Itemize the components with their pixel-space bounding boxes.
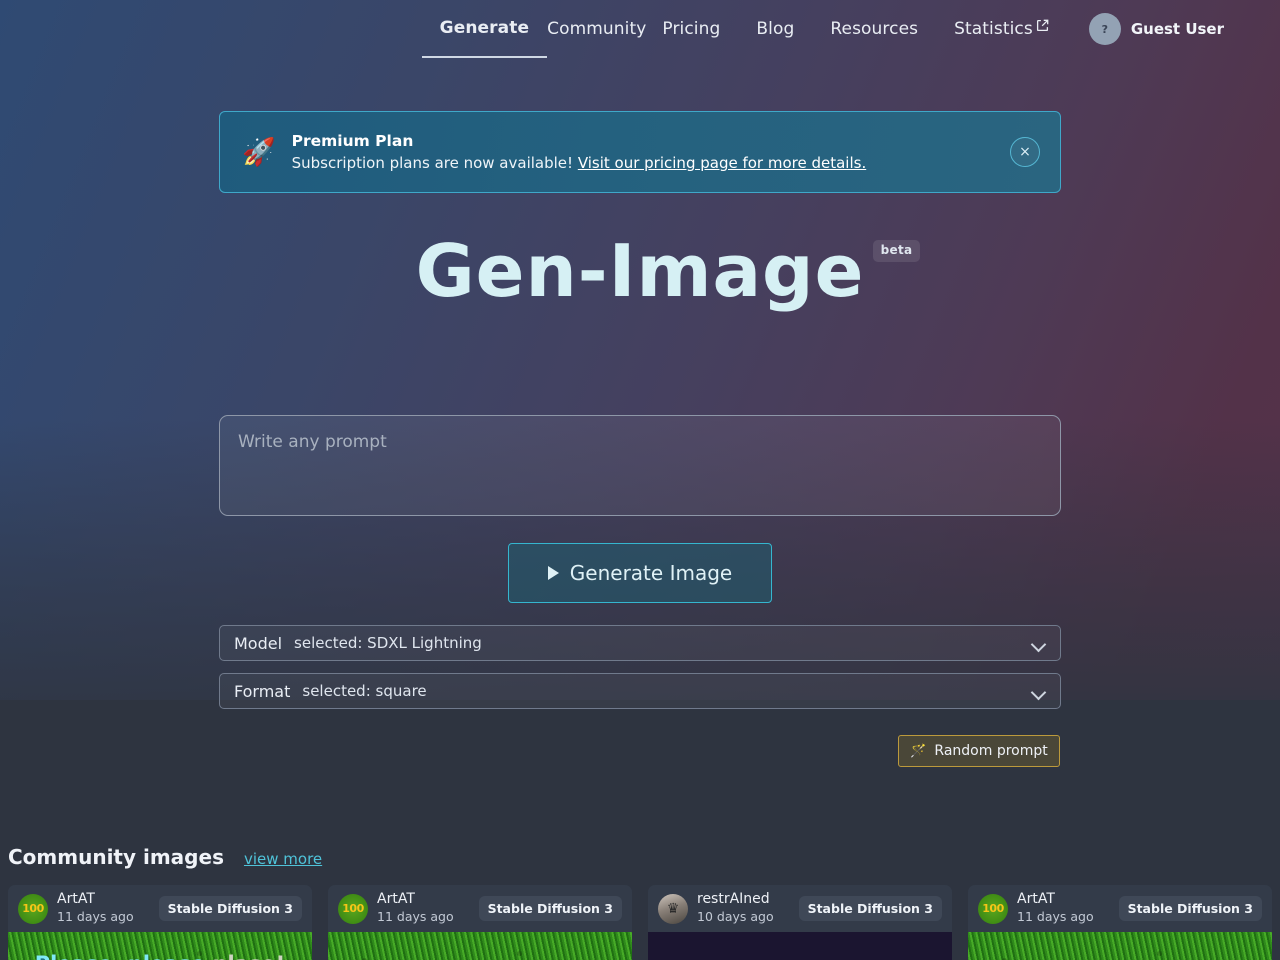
card-header: 100 ArtAT 11 days ago Stable Diffusion 3 <box>968 885 1272 932</box>
list-item[interactable]: 100 ArtAT 11 days ago Stable Diffusion 3 <box>968 885 1272 960</box>
nav-item-blog[interactable]: Blog <box>738 0 812 58</box>
card-username: ArtAT <box>1017 891 1055 908</box>
nav-item-pricing[interactable]: Pricing <box>658 0 738 58</box>
user-menu[interactable]: ? Guest User <box>1088 0 1224 58</box>
community-cards: 100 ArtAT 11 days ago Stable Diffusion 3… <box>0 885 1280 960</box>
card-meta: ArtAT 11 days ago <box>57 891 150 925</box>
card-header: ♛ restrAIned 10 days ago Stable Diffusio… <box>648 885 952 932</box>
format-select-label: Format <box>234 681 291 701</box>
avatar: 100 <box>18 893 48 924</box>
list-item[interactable]: ♛ restrAIned 10 days ago Stable Diffusio… <box>648 885 952 960</box>
status-badge: Stable Diffusion 3 <box>1118 896 1262 921</box>
premium-plan-banner: 🚀 Premium Plan Subscription plans are no… <box>219 111 1061 193</box>
card-meta: restrAIned 10 days ago <box>697 891 790 925</box>
avatar: 100 <box>338 893 368 924</box>
card-timestamp: 11 days ago <box>57 909 134 925</box>
community-images-section: Community images view more 100 ArtAT 11 … <box>0 845 1280 960</box>
banner-title: Premium Plan <box>291 132 414 150</box>
model-select-value: selected: SDXL Lightning <box>294 634 482 652</box>
status-badge: Stable Diffusion 3 <box>478 896 622 921</box>
card-timestamp: 11 days ago <box>1017 909 1094 925</box>
thumbnail-caption-b: plase! <box>213 952 286 960</box>
nav-item-statistics[interactable]: Statistics <box>936 0 1067 58</box>
list-item[interactable]: 100 ArtAT 11 days ago Stable Diffusion 3… <box>328 885 632 960</box>
external-link-icon <box>1036 19 1049 32</box>
community-title: Community images <box>8 845 224 869</box>
banner-subtitle: Subscription plans are now available! Vi… <box>292 154 1010 172</box>
generate-image-label: Generate Image <box>569 561 733 585</box>
model-select[interactable]: Model selected: SDXL Lightning <box>219 625 1061 661</box>
page-title: Gen-Image beta <box>415 229 921 313</box>
chevron-down-icon <box>1032 639 1046 648</box>
card-meta: ArtAT 11 days ago <box>377 891 470 925</box>
card-username: ArtAT <box>377 891 415 908</box>
card-timestamp: 11 days ago <box>377 909 454 925</box>
hero-title-row: Gen-Image beta <box>0 230 1280 313</box>
nav-item-resources[interactable]: Resources <box>812 0 936 58</box>
status-badge: Stable Diffusion 3 <box>798 896 942 921</box>
format-select-value: selected: square <box>302 682 427 700</box>
card-username: restrAIned <box>697 891 770 908</box>
card-thumbnail: Please, please plase! <box>8 932 312 960</box>
beta-badge: beta <box>872 240 921 262</box>
play-icon <box>547 566 559 580</box>
banner-text: Premium Plan Subscription plans are now … <box>292 132 1010 172</box>
chevron-down-icon <box>1032 687 1046 696</box>
avatar: 100 <box>978 893 1008 924</box>
nav-item-generate[interactable]: Generate <box>421 0 548 58</box>
view-more-link[interactable]: view more <box>244 850 322 868</box>
avatar: ♛ <box>658 893 688 924</box>
rocket-icon: 🚀 <box>242 136 276 168</box>
thumbnail-caption: Please, please plase! <box>8 954 312 960</box>
nav-item-statistics-label: Statistics <box>954 19 1033 39</box>
site-header: Generate Community Pricing Blog Resource… <box>0 0 1280 70</box>
random-prompt-label: Random prompt <box>934 743 1048 759</box>
avatar: ? <box>1088 13 1121 45</box>
community-header: Community images view more <box>0 845 1280 869</box>
card-meta: ArtAT 11 days ago <box>1017 891 1110 925</box>
main-nav: Generate Community Pricing Blog Resource… <box>421 0 1224 58</box>
user-name: Guest User <box>1130 20 1224 38</box>
card-username: ArtAT <box>57 891 95 908</box>
generate-image-button[interactable]: Generate Image <box>508 543 772 603</box>
card-timestamp: 10 days ago <box>697 909 774 925</box>
banner-message: Subscription plans are now available! <box>291 154 574 172</box>
card-thumbnail <box>968 932 1272 960</box>
card-thumbnail <box>648 932 952 960</box>
nav-item-community[interactable]: Community <box>547 0 658 58</box>
page-title-text: Gen-Image <box>415 229 865 313</box>
close-icon[interactable]: × <box>1010 137 1040 167</box>
list-item[interactable]: 100 ArtAT 11 days ago Stable Diffusion 3… <box>8 885 312 960</box>
banner-pricing-link[interactable]: Visit our pricing page for more details. <box>578 154 866 172</box>
magic-wand-icon: 🪄 <box>910 743 927 759</box>
thumbnail-caption-a: Please, please <box>35 952 213 960</box>
format-select[interactable]: Format selected: square <box>219 673 1061 709</box>
model-select-label: Model <box>234 633 283 653</box>
random-prompt-button[interactable]: 🪄 Random prompt <box>898 735 1060 767</box>
card-header: 100 ArtAT 11 days ago Stable Diffusion 3 <box>328 885 632 932</box>
card-header: 100 ArtAT 11 days ago Stable Diffusion 3 <box>8 885 312 932</box>
card-thumbnail: Return <box>328 932 632 960</box>
status-badge: Stable Diffusion 3 <box>158 896 302 921</box>
prompt-input[interactable] <box>219 415 1061 516</box>
